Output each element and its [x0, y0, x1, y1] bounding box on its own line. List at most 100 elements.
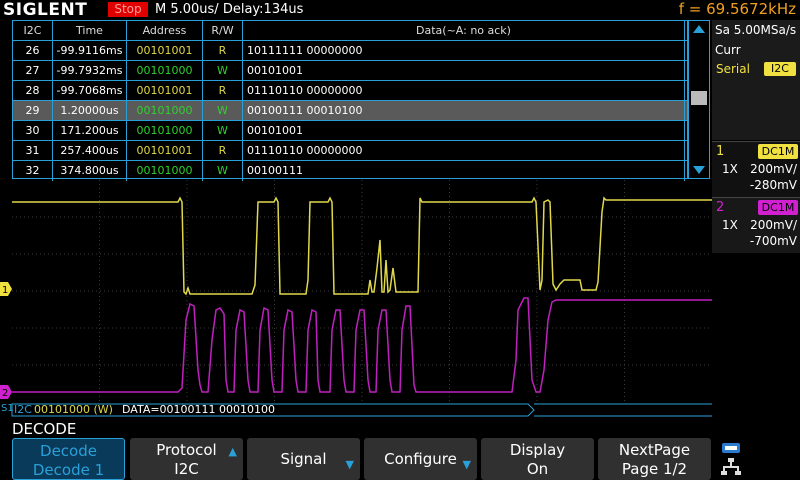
table-cell-idx: 26 — [13, 41, 53, 61]
scroll-thumb — [691, 91, 707, 105]
decode-bus-marker: S1 — [1, 403, 14, 414]
channel-2-panel[interactable]: 2 DC1M 1X 200mV/ -700mV — [712, 197, 800, 253]
frequency-readout: f = 69.5672kHz — [678, 0, 796, 18]
table-cell-rw: W — [203, 161, 243, 181]
acquisition-info: Sa 5.00MSa/s Curr 7.00Mpts — [712, 20, 800, 77]
table-header-cell: R/W — [203, 21, 243, 41]
table-cell-rw: W — [203, 61, 243, 81]
table-cell-data: 10111111 00000000 — [243, 41, 685, 61]
table-cell-time: -99.7932ms — [53, 61, 127, 81]
channel-2-marker-label: 2 — [2, 388, 8, 399]
table-header-cell: Data(~A: no ack) — [243, 21, 685, 41]
table-cell-idx: 32 — [13, 161, 53, 181]
table-row[interactable]: 30 171.200us 00101000 W 00101001 — [13, 121, 687, 141]
down-arrow-icon: ▼ — [462, 458, 471, 471]
decode-bus-bar: S1 I2C 00101000 (W) DATA=00100111 000101… — [0, 403, 712, 417]
table-cell-rw: W — [203, 101, 243, 121]
display-button[interactable]: Display On — [481, 438, 594, 480]
table-cell-data: 01110110 00000000 — [243, 141, 685, 161]
table-cell-time: 1.20000us — [53, 101, 127, 121]
timebase-readout: M 5.00us/ Delay:134us — [155, 2, 304, 17]
table-cell-rw: R — [203, 41, 243, 61]
table-row[interactable]: 26 -99.9116ms 00101001 R 10111111 00000000 — [13, 41, 687, 61]
table-row[interactable]: 27 -99.7932ms 00101000 W 00101001 — [13, 61, 687, 81]
next-page-button[interactable]: NextPage Page 1/2 — [598, 438, 711, 480]
table-row[interactable]: 32 374.800us 00101000 W 00100111 — [13, 161, 687, 181]
channel-2-coupling: DC1M — [758, 200, 798, 215]
channel-2-scale: 200mV/ — [750, 218, 797, 232]
table-scrollbar[interactable] — [688, 20, 710, 179]
siglent-logo: SIGLENT — [3, 0, 88, 20]
table-cell-addr: 00101000 — [127, 121, 203, 141]
serial-protocol-badge: I2C — [764, 62, 796, 76]
table-cell-data: 00101001 — [243, 61, 685, 81]
decode-bus-protocol: I2C — [14, 403, 32, 416]
decode-bus-data: DATA=00100111 00010100 — [122, 403, 276, 416]
protocol-button-label: Protocol — [156, 441, 217, 459]
table-cell-addr: 00101000 — [127, 101, 203, 121]
channel-1-panel[interactable]: 1 DC1M 1X 200mV/ -280mV — [712, 141, 800, 197]
table-row[interactable]: 31 257.400us 00101001 R 01110110 00000000 — [13, 141, 687, 161]
sample-rate: Sa 5.00MSa/s — [715, 23, 797, 37]
table-cell-data: 00100111 — [243, 161, 685, 181]
table-row[interactable]: 29 1.20000us 00101000 W 00100111 00010100 — [13, 101, 687, 121]
table-cell-idx: 28 — [13, 81, 53, 101]
run-state-badge[interactable]: Stop — [108, 2, 148, 17]
table-header-cell: Address — [127, 21, 203, 41]
display-button-label: Display — [509, 441, 566, 459]
channel-1-probe: 1X — [722, 162, 738, 176]
table-cell-idx: 27 — [13, 61, 53, 81]
channel-1-number: 1 — [716, 144, 725, 159]
status-icons — [721, 443, 741, 475]
table-cell-time: 171.200us — [53, 121, 127, 141]
table-cell-time: 374.800us — [53, 161, 127, 181]
configure-button[interactable]: Configure ▼ — [364, 438, 477, 480]
delay-readout: Delay:134us — [222, 2, 304, 17]
table-cell-addr: 00101001 — [127, 81, 203, 101]
table-cell-time: -99.7068ms — [53, 81, 127, 101]
waveform-display[interactable] — [12, 180, 712, 402]
decode-button-value: Decode 1 — [32, 461, 105, 479]
decode-button[interactable]: Decode Decode 1 — [12, 438, 125, 480]
table-cell-rw: W — [203, 121, 243, 141]
table-cell-idx: 29 — [13, 101, 53, 121]
grid-lines — [12, 180, 712, 402]
channel-1-offset: -280mV — [749, 178, 797, 192]
channel-1-level-marker[interactable]: 1 — [0, 282, 13, 296]
down-arrow-icon: ▼ — [345, 458, 354, 471]
table-cell-data: 00101001 — [243, 121, 685, 141]
protocol-button[interactable]: Protocol I2C ▲ — [130, 438, 243, 480]
configure-button-label: Configure — [384, 450, 457, 468]
table-cell-time: -99.9116ms — [53, 41, 127, 61]
table-cell-addr: 00101001 — [127, 41, 203, 61]
table-cell-data: 00100111 00010100 — [243, 101, 685, 121]
table-cell-addr: 00101000 — [127, 161, 203, 181]
signal-button-label: Signal — [280, 450, 327, 468]
channel-1-scale: 200mV/ — [750, 162, 797, 176]
table-cell-rw: R — [203, 141, 243, 161]
network-icon — [721, 458, 741, 475]
serial-label: Serial — [716, 62, 750, 76]
decode-button-label: Decode — [40, 442, 97, 460]
decode-list-table: I2C Time Address R/W Data(~A: no ack) 26 -99.9… — [12, 20, 688, 181]
display-button-value: On — [526, 460, 549, 478]
protocol-button-value: I2C — [174, 460, 199, 478]
channel-2-number: 2 — [716, 200, 725, 215]
next-page-button-label: NextPage — [618, 441, 691, 459]
table-header-cell: I2C — [13, 21, 53, 41]
channel-2-offset: -700mV — [749, 234, 797, 248]
signal-button[interactable]: Signal ▼ — [247, 438, 360, 480]
next-page-button-value: Page 1/2 — [621, 460, 688, 478]
table-header-cell: Time — [53, 21, 127, 41]
scroll-down-icon — [693, 166, 705, 174]
scrollbar-graphic — [691, 25, 707, 174]
scroll-up-icon — [693, 25, 705, 33]
table-row[interactable]: 28 -99.7068ms 00101001 R 01110110 00000000 — [13, 81, 687, 101]
channel-1-coupling: DC1M — [758, 144, 798, 159]
table-cell-rw: R — [203, 81, 243, 101]
table-cell-addr: 00101001 — [127, 141, 203, 161]
table-header-row: I2C Time Address R/W Data(~A: no ack) — [13, 21, 687, 41]
table-cell-data: 01110110 00000000 — [243, 81, 685, 101]
table-cell-time: 257.400us — [53, 141, 127, 161]
channel-2-level-marker[interactable]: 2 — [0, 385, 13, 399]
